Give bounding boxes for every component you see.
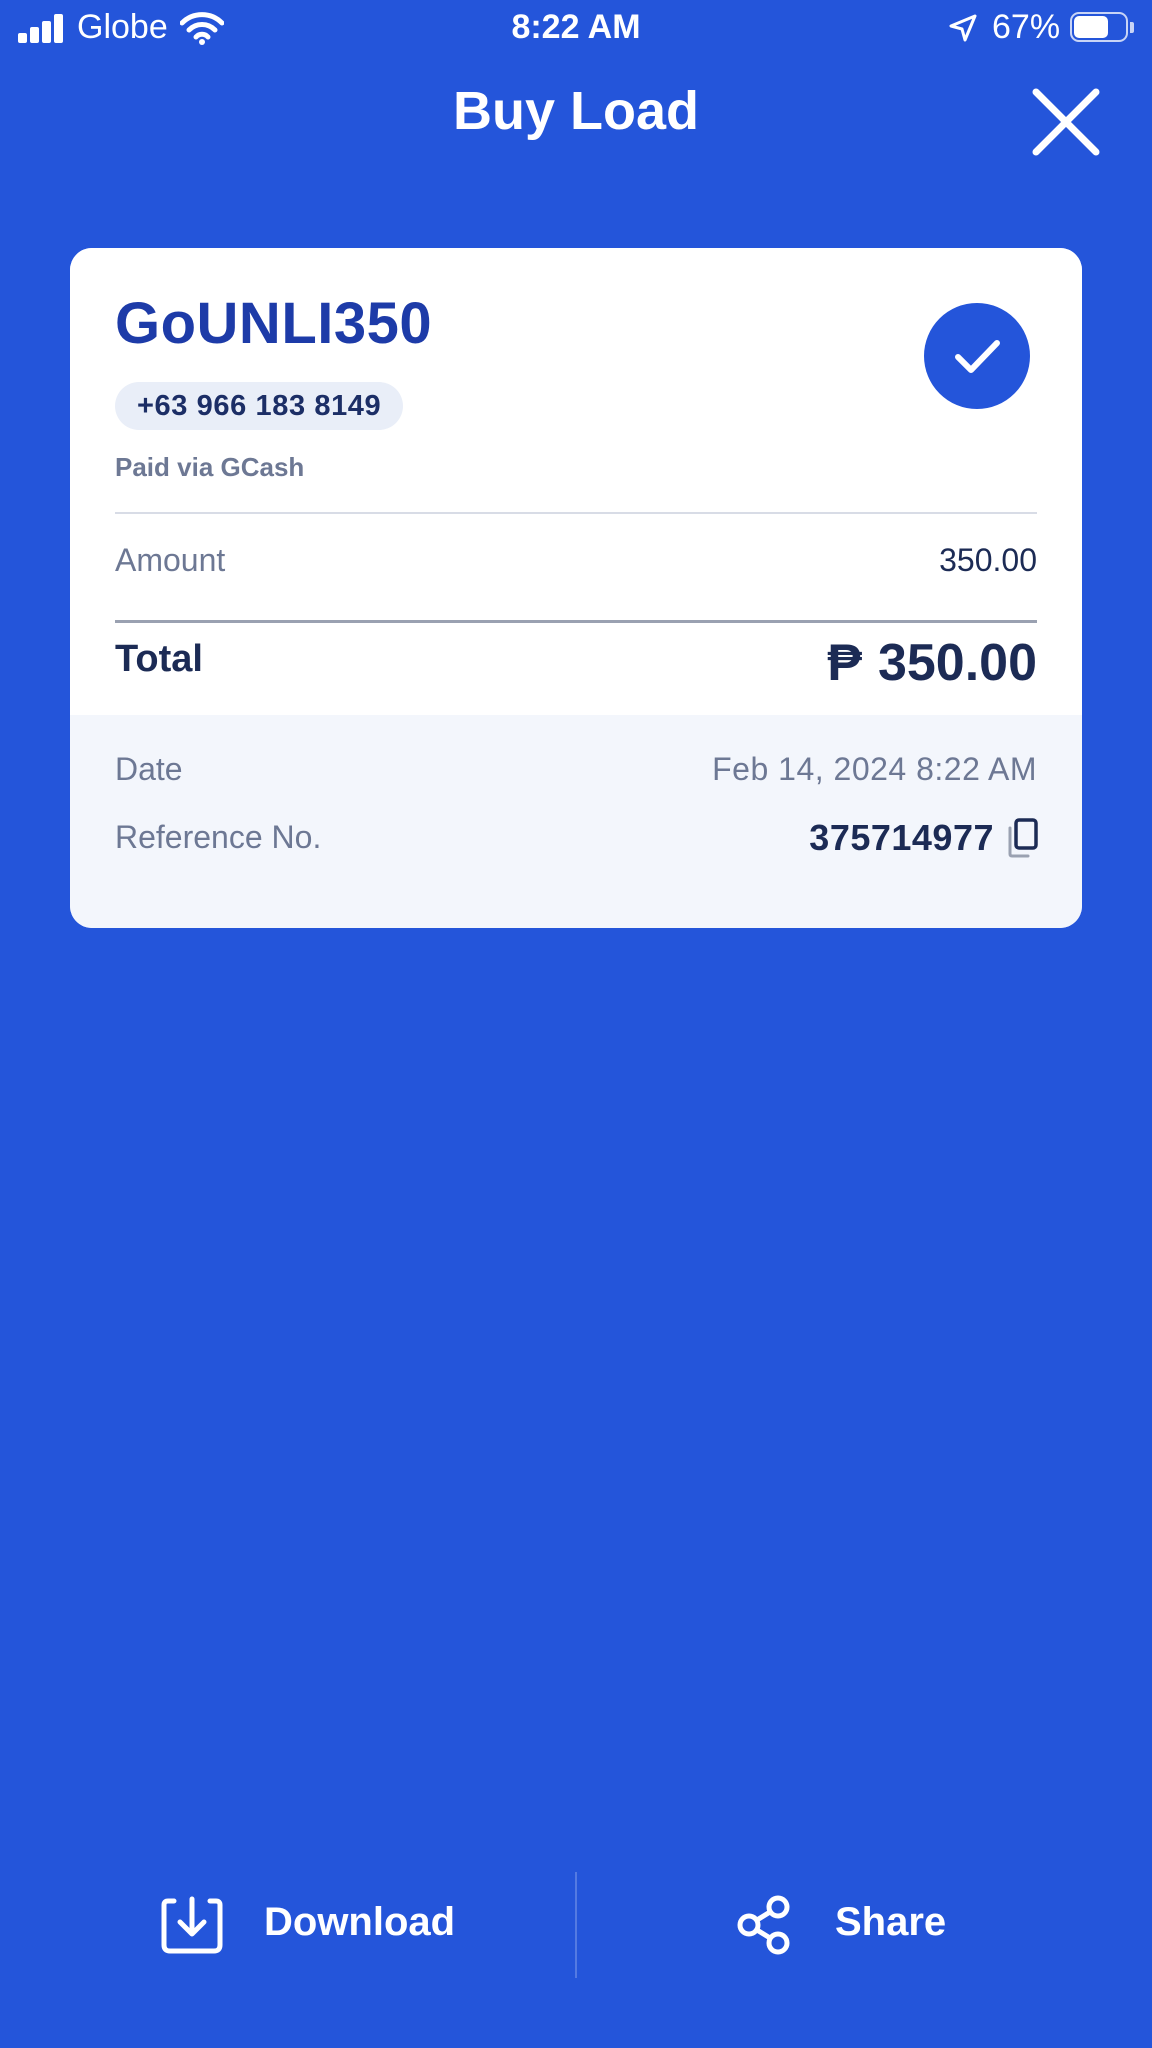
date-label: Date <box>115 751 183 788</box>
total-value: 350.00 <box>878 634 1037 692</box>
receipt-details: Date Feb 14, 2024 8:22 AM Reference No. … <box>70 715 1082 928</box>
action-bar: Download Share <box>0 1872 1152 1978</box>
receipt-summary: GoUNLI350 +63 966 183 8149 Paid via GCas… <box>70 248 1082 715</box>
status-time: 8:22 AM <box>0 8 1152 47</box>
download-icon <box>160 1895 224 1955</box>
check-icon <box>924 303 1030 409</box>
receipt-card: GoUNLI350 +63 966 183 8149 Paid via GCas… <box>70 248 1082 928</box>
download-button[interactable]: Download <box>0 1872 576 1978</box>
peso-sign: ₱ <box>827 634 862 692</box>
amount-value: 350.00 <box>939 542 1037 579</box>
share-button[interactable]: Share <box>576 1872 1152 1978</box>
mobile-number-chip: +63 966 183 8149 <box>115 382 403 430</box>
buy-load-receipt-screen: Globe 8:22 AM 67% Buy Load GoUNLI350 <box>0 0 1152 2048</box>
total-value-row: ₱ 350.00 <box>827 633 1037 693</box>
date-value: Feb 14, 2024 8:22 AM <box>712 751 1037 788</box>
battery-icon <box>1070 12 1136 44</box>
share-label: Share <box>835 1900 946 1945</box>
amount-label: Amount <box>115 542 225 579</box>
payment-method: Paid via GCash <box>115 452 304 483</box>
divider <box>115 512 1037 514</box>
total-divider <box>115 620 1037 623</box>
battery-percent: 67% <box>992 8 1060 47</box>
copy-icon[interactable] <box>1006 818 1040 858</box>
reference-value: 375714977 <box>809 817 994 859</box>
close-icon[interactable] <box>1030 86 1102 158</box>
share-icon <box>736 1895 796 1955</box>
status-bar: Globe 8:22 AM 67% <box>0 0 1152 58</box>
download-label: Download <box>264 1900 455 1945</box>
product-name: GoUNLI350 <box>115 290 432 357</box>
reference-label: Reference No. <box>115 819 321 856</box>
success-badge <box>924 303 1030 409</box>
page-title: Buy Load <box>0 80 1152 142</box>
total-label: Total <box>115 638 203 681</box>
location-arrow-icon <box>948 13 978 43</box>
